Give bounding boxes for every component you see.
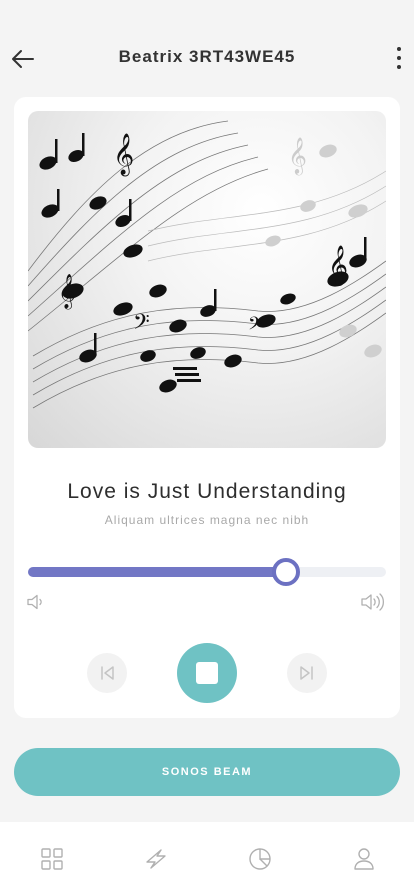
svg-text:𝄢: 𝄢 bbox=[133, 310, 150, 340]
stop-button[interactable] bbox=[177, 643, 237, 703]
previous-track-button[interactable] bbox=[87, 653, 127, 693]
grid-icon bbox=[41, 848, 63, 870]
volume-low-icon bbox=[27, 594, 42, 610]
pie-chart-icon bbox=[249, 848, 271, 870]
svg-text:𝄞: 𝄞 bbox=[113, 133, 134, 176]
volume-up-button[interactable] bbox=[360, 593, 388, 616]
more-vertical-icon bbox=[397, 47, 401, 51]
skip-previous-icon bbox=[101, 666, 114, 680]
bottom-tab-bar bbox=[0, 822, 414, 896]
slider-fill bbox=[28, 567, 286, 577]
music-notes-artwork: 𝄞 𝄞 𝄞 𝄞 𝄢 𝄢 bbox=[28, 120, 386, 409]
device-select-button[interactable]: SONOS BEAM bbox=[14, 748, 400, 796]
stop-icon bbox=[196, 662, 218, 684]
page-title: Beatrix 3RT43WE45 bbox=[118, 47, 296, 66]
song-title: Love is Just Understanding bbox=[67, 480, 347, 503]
next-track-button[interactable] bbox=[287, 653, 327, 693]
slider-handle[interactable] bbox=[271, 558, 300, 586]
skip-next-icon bbox=[300, 666, 313, 680]
volume-high-icon bbox=[361, 593, 385, 611]
album-art: 𝄞 𝄞 𝄞 𝄞 𝄢 𝄢 bbox=[28, 111, 386, 448]
svg-text:𝄞: 𝄞 bbox=[328, 245, 348, 286]
svg-text:𝄞: 𝄞 bbox=[288, 136, 307, 175]
player-card: 𝄞 𝄞 𝄞 𝄞 𝄢 𝄢 Love is Just Understanding A… bbox=[14, 97, 400, 718]
bolt-icon bbox=[146, 849, 166, 869]
tab-statistics[interactable] bbox=[247, 846, 273, 872]
volume-down-button[interactable] bbox=[26, 594, 46, 615]
more-options-button[interactable] bbox=[390, 44, 408, 72]
tab-dashboard[interactable] bbox=[39, 846, 65, 872]
volume-slider[interactable] bbox=[28, 558, 386, 586]
svg-text:𝄢: 𝄢 bbox=[248, 314, 262, 339]
tab-automation[interactable] bbox=[143, 846, 169, 872]
song-subtitle: Aliquam ultrices magna nec nibh bbox=[104, 513, 310, 527]
user-icon bbox=[354, 848, 374, 870]
svg-text:𝄞: 𝄞 bbox=[58, 274, 76, 310]
tab-profile[interactable] bbox=[351, 846, 377, 872]
